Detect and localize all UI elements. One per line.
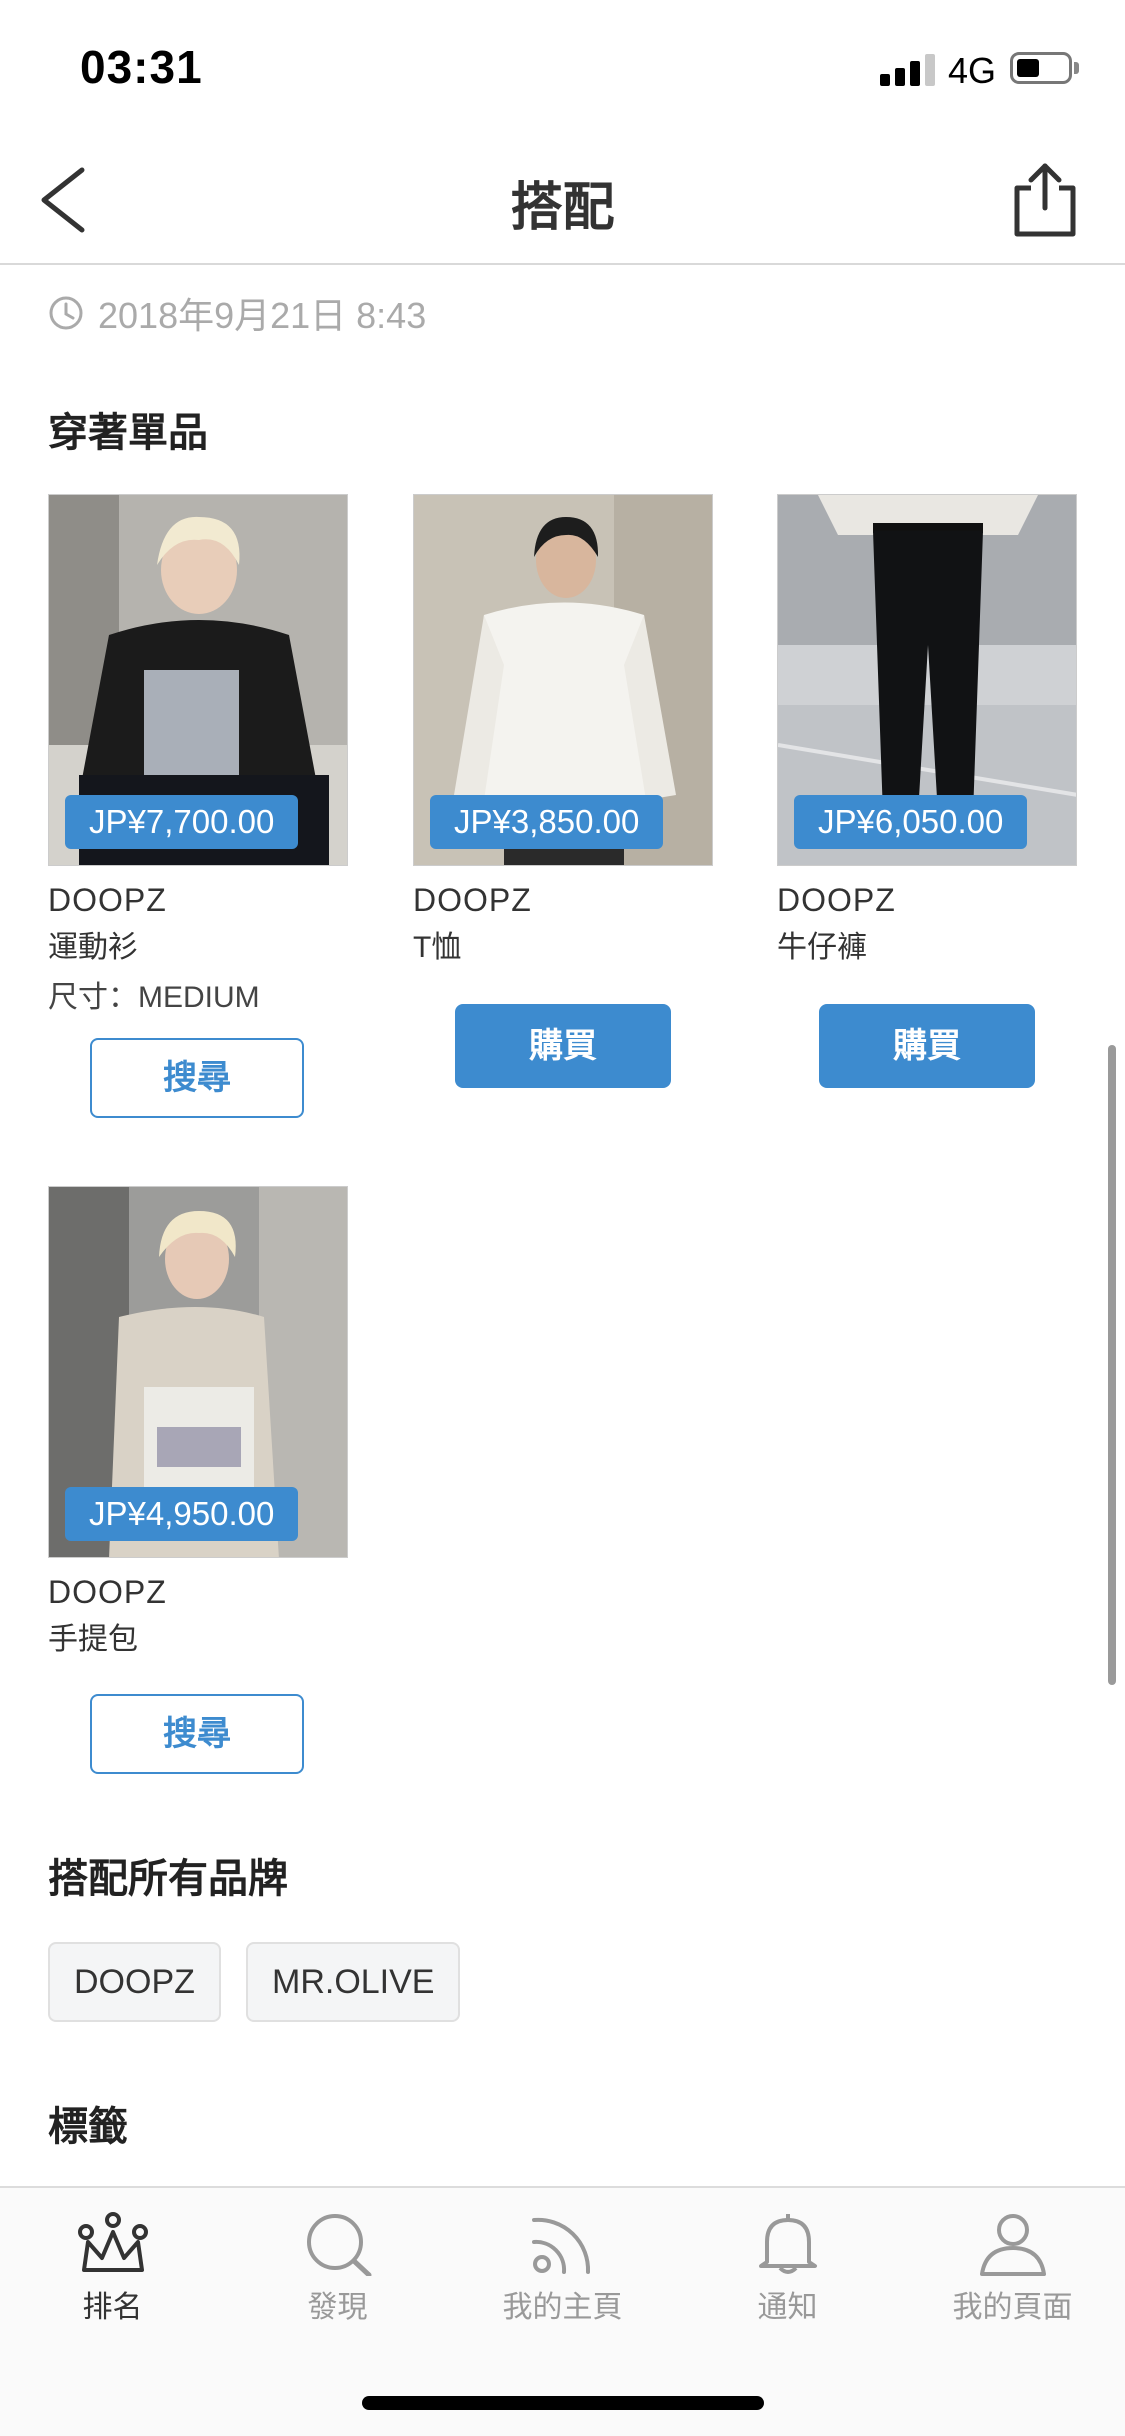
tab-label: 發現	[307, 2291, 368, 2324]
product-brand: DOOPZ	[777, 882, 896, 918]
tab-label: 我的主頁	[502, 2291, 623, 2324]
tab-discover[interactable]: 發現	[225, 2212, 450, 2342]
tab-label: 排名	[82, 2291, 143, 2324]
product-category: 牛仔褲	[777, 931, 867, 964]
price-badge: JP¥6,050.00	[794, 795, 1028, 849]
product-image-tote-bag[interactable]: JP¥4,950.00	[48, 1186, 348, 1558]
feed-icon	[531, 2217, 590, 2274]
battery-cap	[1074, 62, 1079, 74]
nav-bar: 搭配	[0, 135, 1125, 265]
page-title: 搭配	[510, 179, 615, 237]
product-brand: DOOPZ	[48, 882, 167, 918]
product-category: 運動衫	[48, 931, 138, 964]
tab-my-page[interactable]: 我的頁面	[900, 2212, 1125, 2342]
price-badge: JP¥3,850.00	[430, 795, 664, 849]
status-bar: 03:31 4G	[0, 0, 1125, 135]
post-date-row: 2018年9月21日 8:43	[48, 288, 426, 338]
crown-icon	[77, 2212, 148, 2272]
network-label: 4G	[948, 50, 997, 91]
product-brand: DOOPZ	[48, 1574, 167, 1610]
tab-ranking[interactable]: 排名	[0, 2212, 225, 2342]
status-time: 03:31	[80, 41, 203, 93]
buy-button[interactable]: 購買	[819, 1004, 1035, 1088]
brand-chip-mr-olive[interactable]: MR.OLIVE	[246, 1942, 461, 2022]
scrollbar[interactable]	[1108, 1045, 1116, 1685]
items-section-title: 穿著單品	[48, 411, 208, 455]
product-image-tshirt[interactable]: JP¥3,850.00	[413, 494, 713, 866]
battery-icon	[1010, 52, 1072, 84]
product-size: 尺寸：MEDIUM	[48, 981, 260, 1014]
tags-section-title: 標籤	[48, 2105, 128, 2149]
buy-button[interactable]: 購買	[455, 1004, 671, 1088]
post-date: 2018年9月21日 8:43	[98, 295, 427, 336]
signal-icon	[880, 52, 936, 86]
product-category: 手提包	[48, 1623, 138, 1656]
search-button[interactable]: 搜尋	[90, 1694, 304, 1774]
search-button[interactable]: 搜尋	[90, 1038, 304, 1118]
price-badge: JP¥4,950.00	[65, 1487, 299, 1541]
brands-section-title: 搭配所有品牌	[48, 1857, 288, 1901]
tab-label: 我的頁面	[952, 2291, 1073, 2324]
tab-notifications[interactable]: 通知	[675, 2212, 900, 2342]
share-button[interactable]	[1005, 160, 1085, 240]
outfit-detail-screen: 03:31 4G 搭配 2018年9月21日 8:43 穿著單品 JP¥7,70…	[0, 0, 1125, 2436]
product-brand: DOOPZ	[413, 882, 532, 918]
clock-icon	[49, 296, 83, 330]
share-icon	[1014, 163, 1076, 237]
product-image-jeans[interactable]: JP¥6,050.00	[777, 494, 1077, 866]
brand-chip-doopz[interactable]: DOOPZ	[48, 1942, 221, 2022]
search-icon	[306, 2214, 371, 2276]
price-badge: JP¥7,700.00	[65, 795, 299, 849]
tab-label: 通知	[757, 2291, 818, 2324]
tab-my-home[interactable]: 我的主頁	[450, 2212, 675, 2342]
bell-icon	[758, 2214, 817, 2274]
home-indicator	[362, 2396, 764, 2410]
user-icon	[979, 2214, 1046, 2276]
product-image-sweatshirt[interactable]: JP¥7,700.00	[48, 494, 348, 866]
product-category: T恤	[413, 931, 462, 964]
